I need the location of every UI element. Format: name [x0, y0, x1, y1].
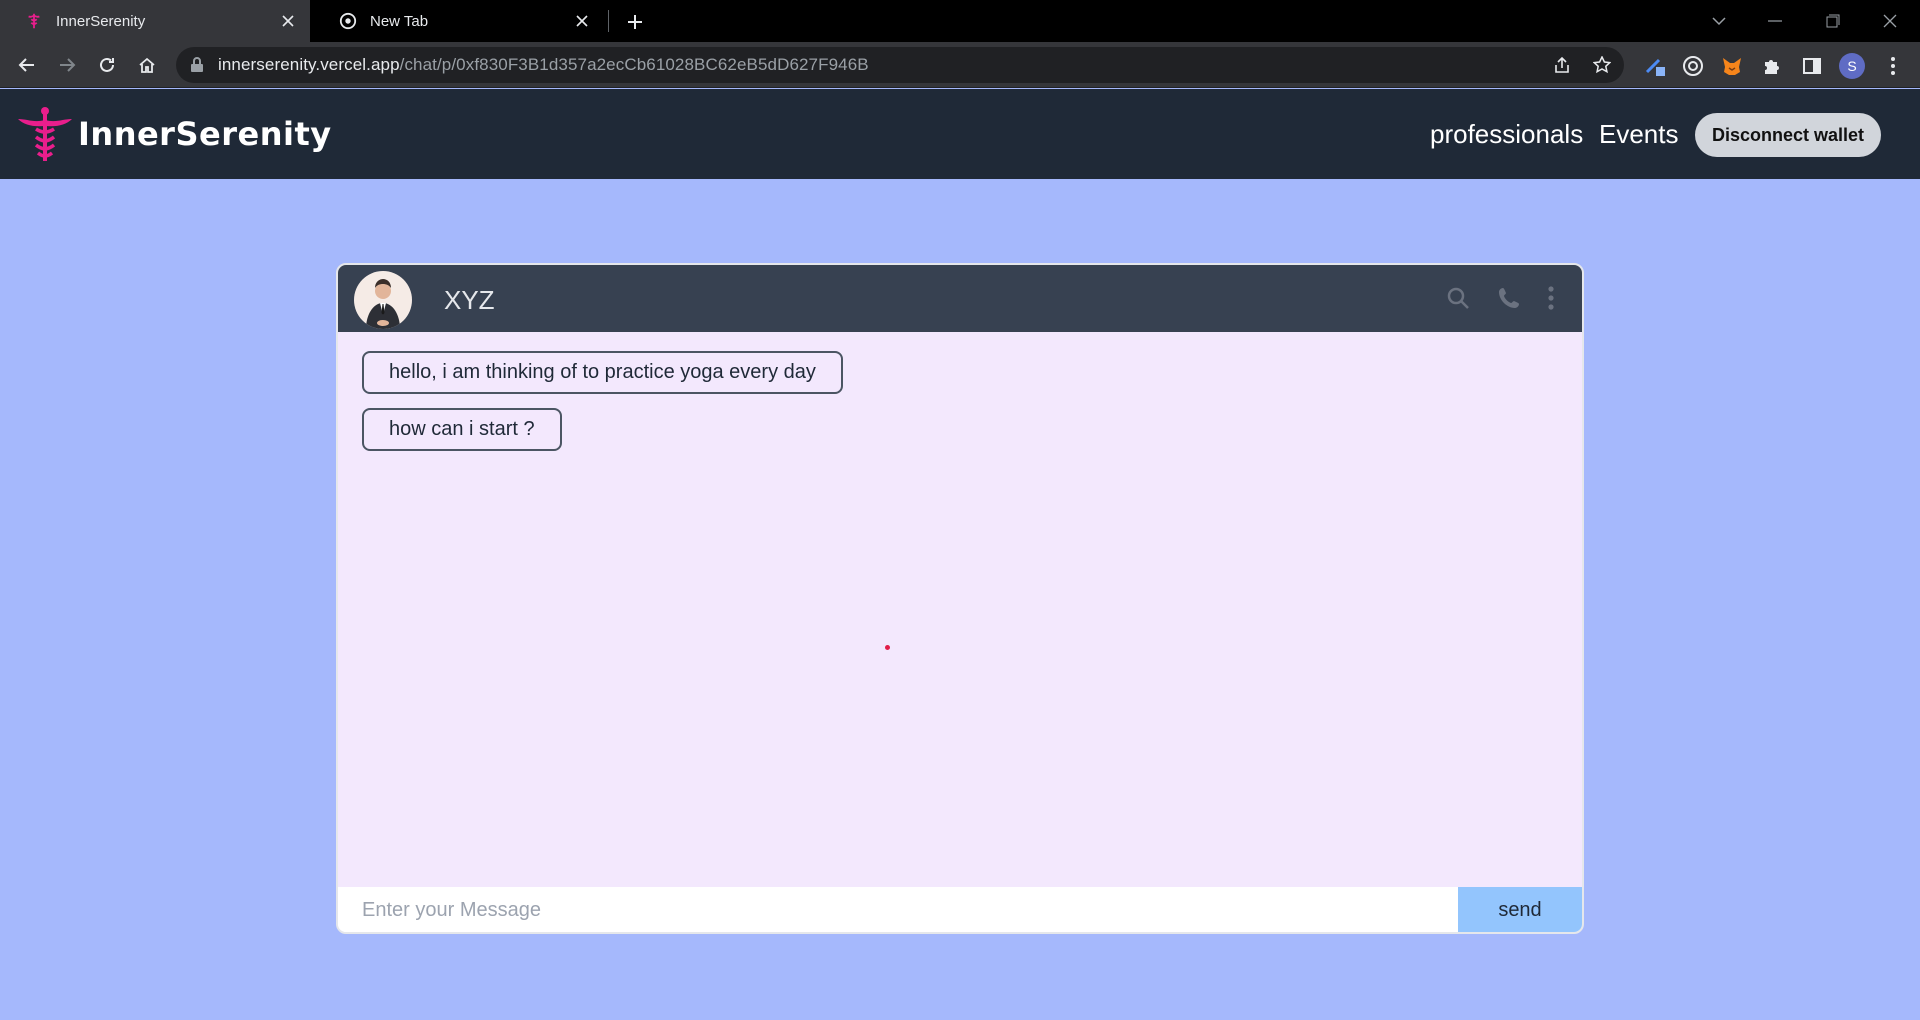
arrow-right-icon [60, 58, 76, 72]
app-navbar: InnerSerenity professionals Events Disco… [0, 89, 1920, 179]
message-bubble: how can i start ? [362, 408, 562, 451]
search-icon[interactable] [1443, 283, 1473, 313]
puzzle-extensions-icon[interactable] [1759, 53, 1785, 79]
message-list: hello, i am thinking of to practice yoga… [362, 351, 843, 465]
tab-separator [608, 10, 609, 32]
side-panel-icon[interactable] [1799, 53, 1825, 79]
cursor-dot [885, 645, 890, 650]
brand-link[interactable]: InnerSerenity [14, 103, 332, 165]
restore-icon [1826, 14, 1840, 28]
profile-avatar[interactable]: S [1839, 53, 1865, 79]
metamask-fox-icon[interactable] [1719, 53, 1745, 79]
url-text: innerserenity.vercel.app/chat/p/0xf830F3… [218, 55, 869, 75]
new-tab-button[interactable] [620, 7, 650, 37]
url-host: innerserenity.vercel.app [218, 55, 400, 74]
contact-avatar[interactable] [354, 271, 412, 329]
reload-icon [100, 57, 114, 72]
tab-innerserenity[interactable]: InnerSerenity [0, 0, 310, 42]
tab-search-button[interactable] [1699, 6, 1739, 36]
send-button[interactable]: send [1458, 887, 1582, 932]
contact-name: XYZ [444, 285, 495, 315]
message-input[interactable] [338, 887, 1458, 932]
restore-button[interactable] [1813, 6, 1853, 36]
close-window-button[interactable] [1870, 6, 1910, 36]
close-icon[interactable] [570, 9, 594, 33]
home-button[interactable] [132, 50, 162, 80]
arrow-left-icon [18, 58, 34, 72]
more-vertical-icon[interactable] [1880, 53, 1906, 79]
back-button[interactable] [12, 50, 42, 80]
close-icon [1883, 14, 1897, 28]
tab-title: New Tab [370, 12, 429, 30]
chrome-icon [338, 11, 358, 31]
reload-button[interactable] [92, 50, 122, 80]
nav-events-link[interactable]: Events [1599, 119, 1679, 150]
caduceus-icon [24, 11, 44, 31]
chat-header: XYZ [338, 265, 1582, 332]
browser-toolbar: innerserenity.vercel.app/chat/p/0xf830F3… [0, 42, 1920, 88]
lock-icon [191, 57, 203, 72]
close-icon[interactable] [276, 9, 300, 33]
target-extension-icon[interactable] [1680, 53, 1706, 79]
more-vertical-icon[interactable] [1536, 283, 1566, 313]
caduceus-logo-icon [18, 107, 72, 161]
minimize-button[interactable] [1755, 6, 1795, 36]
address-bar[interactable]: innerserenity.vercel.app/chat/p/0xf830F3… [176, 47, 1624, 83]
tab-new-tab[interactable]: New Tab [314, 0, 604, 42]
share-icon[interactable] [1550, 53, 1574, 77]
message-bubble: hello, i am thinking of to practice yoga… [362, 351, 843, 394]
chat-window: XYZ hello, i am thinking of to practice … [336, 263, 1584, 934]
plus-icon [628, 15, 642, 29]
disconnect-wallet-button[interactable]: Disconnect wallet [1695, 113, 1881, 157]
brand-name: InnerSerenity [78, 115, 332, 153]
chevron-down-icon [1712, 17, 1726, 26]
url-path: /chat/p/0xf830F3B1d357a2ecCb61028BC62eB5… [399, 55, 869, 74]
nav-professionals-link[interactable]: professionals [1430, 119, 1583, 150]
phone-icon[interactable] [1494, 283, 1524, 313]
extension-pin-icon[interactable] [1642, 53, 1668, 79]
forward-button[interactable] [52, 50, 82, 80]
home-icon [139, 57, 155, 73]
bookmark-star-icon[interactable] [1590, 53, 1614, 77]
message-composer: send [338, 887, 1582, 932]
browser-tab-bar: InnerSerenity New Tab [0, 0, 1920, 42]
minimize-icon [1768, 20, 1782, 22]
tab-title: InnerSerenity [56, 12, 146, 30]
